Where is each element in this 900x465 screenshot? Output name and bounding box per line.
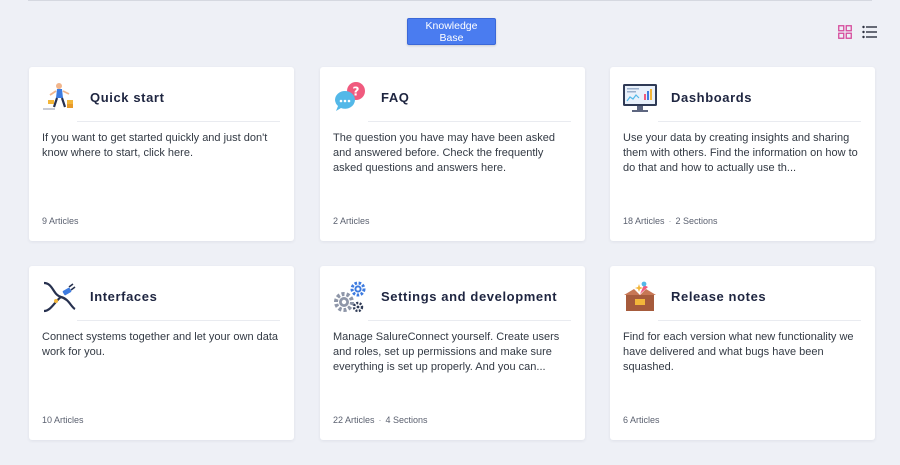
card-meta: 9 Articles [42, 216, 79, 226]
list-view-icon[interactable] [862, 25, 877, 44]
faq-chat-bubbles-icon: ? [332, 80, 368, 116]
article-count: 2 Articles [333, 216, 370, 226]
card-title: Dashboards [671, 90, 753, 105]
person-running-icon [41, 80, 77, 116]
card-meta: 22 Articles · 4 Sections [333, 415, 428, 425]
card-title: Settings and development [381, 289, 558, 304]
card-title: Interfaces [90, 289, 158, 304]
category-card-settings-and-development[interactable]: Settings and development Manage SalureCo… [320, 266, 585, 440]
article-count: 9 Articles [42, 216, 79, 226]
interface-plug-icon [41, 279, 77, 315]
release-box-icon [622, 279, 658, 315]
card-description: Find for each version what new functiona… [623, 331, 854, 373]
article-count: 18 Articles [623, 216, 665, 226]
card-divider [368, 320, 571, 321]
card-divider [658, 320, 861, 321]
card-title: Quick start [90, 90, 165, 105]
card-divider [368, 121, 571, 122]
card-meta: 18 Articles · 2 Sections [623, 216, 718, 226]
article-count: 10 Articles [42, 415, 84, 425]
category-card-interfaces[interactable]: Interfaces Connect systems together and … [29, 266, 294, 440]
category-card-quick-start[interactable]: Quick start If you want to get started q… [29, 67, 294, 241]
card-title: Release notes [671, 289, 767, 304]
card-title: FAQ [381, 90, 410, 105]
gears-icon [332, 279, 368, 315]
grid-view-icon[interactable] [838, 25, 852, 44]
card-description: Connect systems together and let your ow… [42, 331, 279, 358]
category-card-release-notes[interactable]: Release notes Find for each version what… [610, 266, 875, 440]
card-divider [77, 320, 280, 321]
meta-separator: · [378, 415, 382, 425]
section-count: 4 Sections [385, 415, 428, 425]
knowledge-base-button[interactable]: Knowledge Base [407, 18, 496, 45]
category-card-faq[interactable]: ? FAQ The question you have may have bee… [320, 67, 585, 241]
top-divider [28, 0, 872, 1]
card-description: Use your data by creating insights and s… [623, 132, 858, 174]
card-description: Manage SalureConnect yourself. Create us… [333, 331, 560, 373]
category-card-dashboards[interactable]: Dashboards Use your data by creating ins… [610, 67, 875, 241]
card-description: If you want to get started quickly and j… [42, 132, 268, 159]
card-divider [658, 121, 861, 122]
card-meta: 6 Articles [623, 415, 660, 425]
dashboard-monitor-icon [622, 80, 658, 116]
card-divider [77, 121, 280, 122]
section-count: 2 Sections [675, 216, 718, 226]
card-description: The question you have may have been aske… [333, 132, 555, 174]
card-meta: 2 Articles [333, 216, 370, 226]
article-count: 6 Articles [623, 415, 660, 425]
meta-separator: · [668, 216, 672, 226]
article-count: 22 Articles [333, 415, 375, 425]
card-meta: 10 Articles [42, 415, 84, 425]
